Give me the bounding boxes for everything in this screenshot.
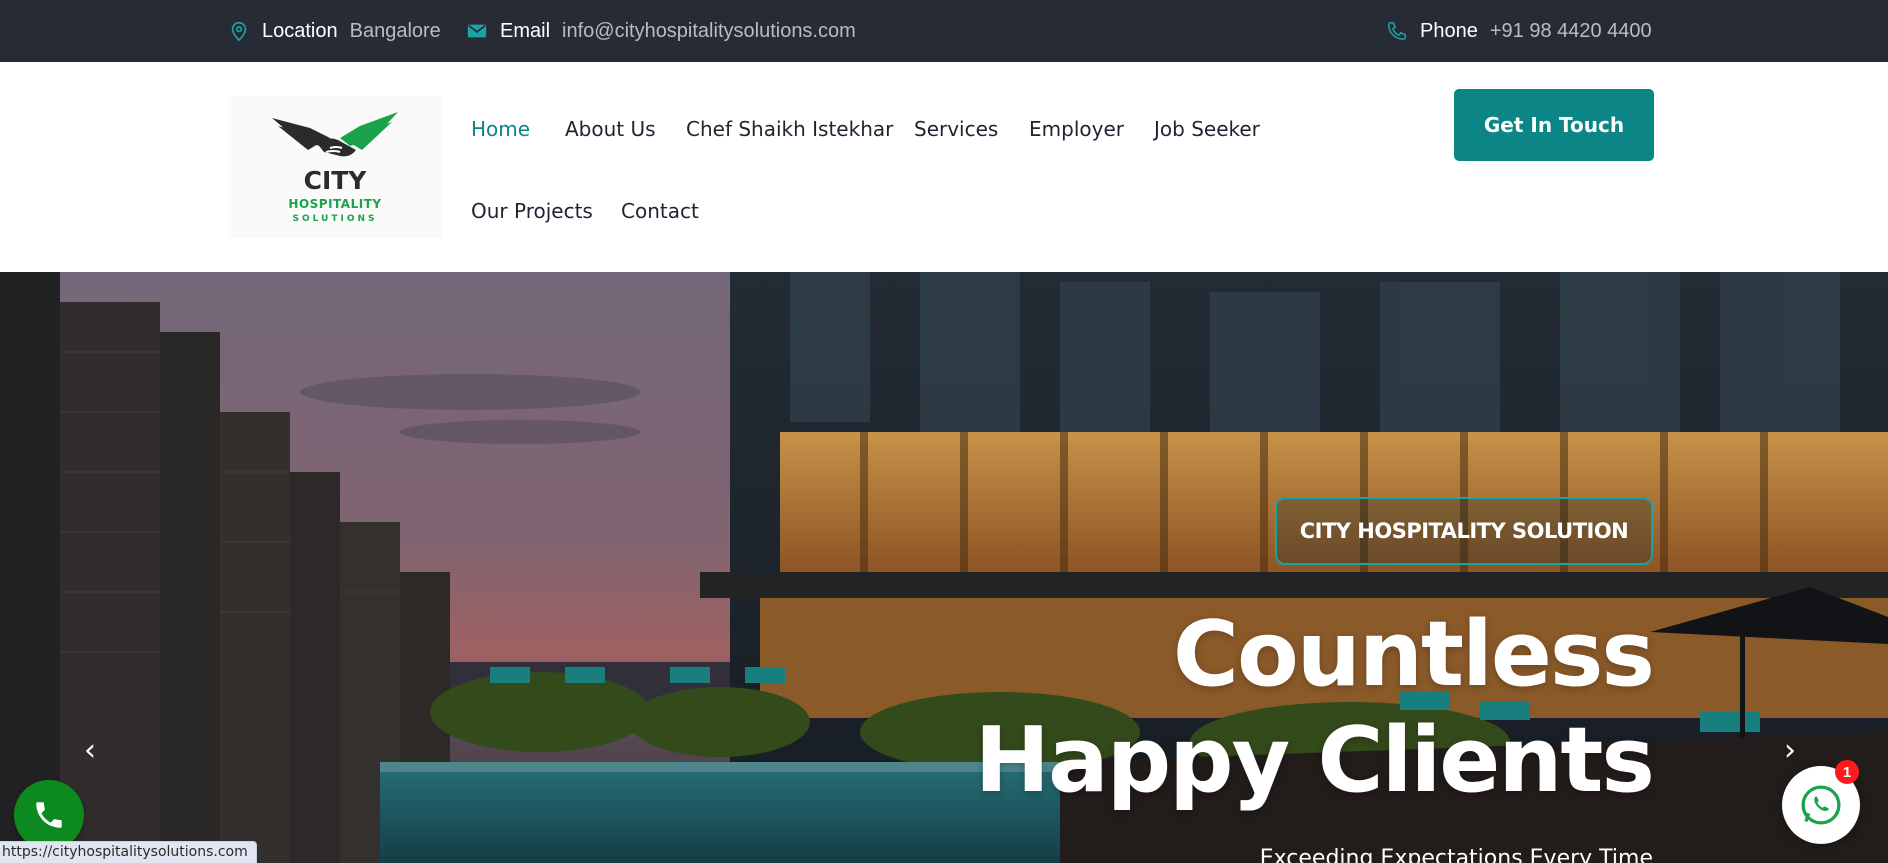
nav-services[interactable]: Services (914, 117, 998, 141)
hero-badge: CITY HOSPITALITY SOLUTION (1275, 497, 1653, 565)
nav-contact[interactable]: Contact (621, 199, 699, 223)
nav-employer[interactable]: Employer (1029, 117, 1124, 141)
whatsapp-icon (1801, 785, 1841, 825)
envelope-icon (466, 20, 488, 42)
email-label: Email (500, 19, 551, 42)
nav-about-us[interactable]: About Us (565, 117, 656, 141)
phone-link[interactable]: +91 98 4420 4400 (1490, 20, 1652, 43)
nav-chef-shaikh-istekhar[interactable]: Chef Shaikh Istekhar (686, 117, 893, 141)
logo-text-solutions: SOLUTIONS (292, 214, 378, 224)
browser-status-url: https://cityhospitalitysolutions.com (0, 841, 257, 863)
slider-next-arrow-icon[interactable]: › (1774, 733, 1806, 768)
phone-handset-icon (36, 802, 62, 828)
nav-job-seeker[interactable]: Job Seeker (1154, 117, 1260, 141)
nav-home[interactable]: Home (471, 117, 530, 141)
logo-text-hospitality: HOSPITALITY (288, 197, 382, 211)
phone-info[interactable]: Phone +91 98 4420 4400 (1386, 0, 1652, 62)
top-info-bar: Location Bangalore Email info@cityhospit… (0, 0, 1888, 62)
location-value: Bangalore (349, 19, 441, 42)
call-button[interactable] (14, 780, 84, 850)
site-header: CITY HOSPITALITY SOLUTIONS Home About Us… (0, 62, 1888, 272)
site-logo[interactable]: CITY HOSPITALITY SOLUTIONS (228, 96, 442, 238)
phone-label: Phone (1420, 19, 1478, 42)
logo-text-city: CITY (303, 166, 367, 195)
phone-icon (1386, 20, 1408, 42)
location-label: Location (262, 19, 338, 42)
slider-prev-arrow-icon[interactable]: ‹ (74, 733, 106, 768)
location-info: Location Bangalore (228, 0, 441, 62)
email-link[interactable]: info@cityhospitalitysolutions.com (562, 20, 856, 43)
hero-slider: CITY HOSPITALITY SOLUTION Countless Happ… (0, 272, 1888, 863)
hero-title: Countless Happy Clients (974, 602, 1655, 814)
hero-title-line2: Happy Clients (974, 708, 1655, 813)
get-in-touch-button[interactable]: Get In Touch (1454, 89, 1654, 161)
email-info[interactable]: Email info@cityhospitalitysolutions.com (466, 0, 856, 62)
hero-subtitle: Exceeding Expectations Every Time (1259, 846, 1653, 863)
hero-title-line1: Countless (1172, 602, 1655, 707)
notification-badge: 1 (1835, 760, 1859, 784)
nav-our-projects[interactable]: Our Projects (471, 199, 593, 223)
handshake-logo-icon (272, 112, 398, 157)
location-pin-icon (228, 20, 250, 42)
